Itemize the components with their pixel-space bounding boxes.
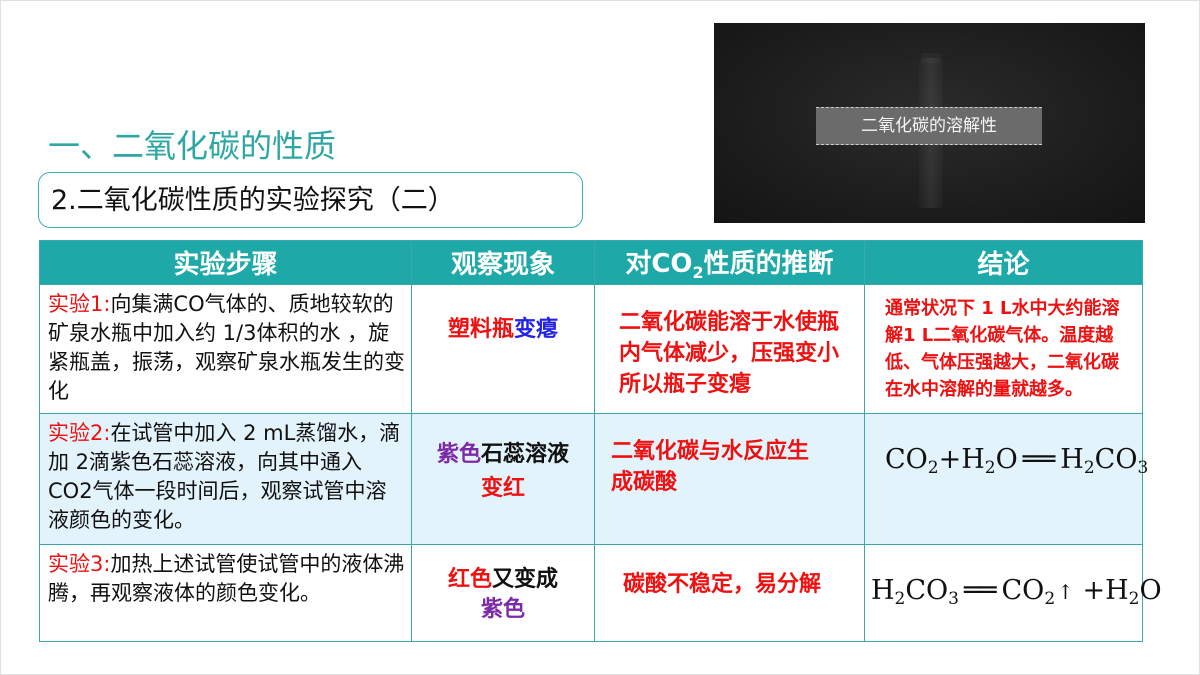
eq-subscript: 2 <box>1044 589 1056 609</box>
step-text-block: 实验2:在试管中加入 2 mL蒸馏水，滴加 2滴紫色石蕊溶液，向其中通入 CO2… <box>40 414 411 535</box>
header-conclusion: 结论 <box>864 240 1143 285</box>
eq-term: CO <box>1001 575 1045 606</box>
eq-term: CO <box>1094 444 1138 475</box>
experiment-table: 实验步骤 观察现象 对CO2性质的推断 结论 实验1:向集满CO气体的、质地较软… <box>39 240 1162 642</box>
header-steps: 实验步骤 <box>39 240 412 285</box>
step-label: 实验2: <box>48 421 111 445</box>
eq-term: H <box>1060 444 1084 475</box>
table-header-row: 实验步骤 观察现象 对CO2性质的推断 结论 <box>39 240 1143 285</box>
observation-part2: 变瘪 <box>514 317 559 342</box>
eq-term: +H <box>938 444 985 475</box>
eq-term: +H <box>1073 575 1129 606</box>
eq-term: O <box>995 444 1018 475</box>
eq-term: CO <box>905 575 949 606</box>
eq-term: O <box>1139 575 1162 606</box>
eq-subscript: 2 <box>1128 589 1140 609</box>
chemical-equation: CO2+H2O ══ H2CO3 <box>865 414 1148 478</box>
observation-line2: 变红 <box>480 476 525 501</box>
section-title: 一、二氧化碳的性质 <box>48 127 337 165</box>
table-row: 实验3:加热上述试管使试管中的液体沸腾，再观察液体的颜色变化。 红色又变成 紫色… <box>39 544 1162 642</box>
chemical-equation: H2CO3 ══ CO2 ↑ +H2O <box>865 545 1162 609</box>
step-cell: 实验2:在试管中加入 2 mL蒸馏水，滴加 2滴紫色石蕊溶液，向其中通入 CO2… <box>39 413 412 545</box>
eq-subscript: 3 <box>1137 458 1149 478</box>
video-player[interactable]: 二氧化碳的溶解性 <box>714 23 1145 223</box>
observation-line2: 紫色 <box>480 597 525 622</box>
eq-subscript: 2 <box>984 458 996 478</box>
observation-cell: 塑料瓶变瘪 <box>411 284 595 414</box>
inference-cell: 二氧化碳与水反应生成碳酸 <box>594 413 865 545</box>
subtitle-box: 2.二氧化碳性质的实验探究（二） <box>38 172 583 228</box>
observation-part2: 石蕊溶液 <box>481 442 570 467</box>
eq-equals-sign: ══ <box>1022 444 1056 475</box>
observation-line1: 红色又变成 <box>412 565 594 595</box>
eq-subscript: 2 <box>927 458 939 478</box>
video-caption: 二氧化碳的溶解性 <box>861 116 997 136</box>
step-label: 实验3: <box>48 552 111 576</box>
video-caption-box: 二氧化碳的溶解性 <box>816 107 1042 145</box>
table-row: 实验2:在试管中加入 2 mL蒸馏水，滴加 2滴紫色石蕊溶液，向其中通入 CO2… <box>39 413 1148 545</box>
eq-term: H <box>871 575 895 606</box>
observation-part1: 红色 <box>447 567 492 592</box>
header-inference-suffix: 性质的推断 <box>703 248 834 279</box>
step-label: 实验1: <box>48 292 111 316</box>
table-row: 实验1:向集满CO气体的、质地较软的矿泉水瓶中加入约 1/3体积的水 ，旋紧瓶盖… <box>39 284 1143 414</box>
observation-line1: 紫色石蕊溶液 <box>412 438 594 472</box>
observation-text: 紫色石蕊溶液 变红 <box>412 414 594 506</box>
equation-cell: CO2+H2O ══ H2CO3 <box>864 413 1148 545</box>
subtitle-text: 2.二氧化碳性质的实验探究（二） <box>51 185 455 216</box>
inference-text: 碳酸不稳定，易分解 <box>623 572 822 597</box>
eq-equals-sign: ══ <box>964 575 997 606</box>
eq-subscript: 2 <box>894 589 906 609</box>
header-observation: 观察现象 <box>411 240 595 285</box>
step-cell: 实验1:向集满CO气体的、质地较软的矿泉水瓶中加入约 1/3体积的水 ，旋紧瓶盖… <box>39 284 412 414</box>
step-cell: 实验3:加热上述试管使试管中的液体沸腾，再观察液体的颜色变化。 <box>39 544 412 642</box>
eq-subscript: 2 <box>1083 458 1095 478</box>
inference-text: 二氧化碳与水反应生成碳酸 <box>611 439 810 495</box>
eq-subscript: 3 <box>948 589 959 609</box>
up-arrow-icon: ↑ <box>1057 580 1074 604</box>
equation-cell: H2CO3 ══ CO2 ↑ +H2O <box>864 544 1162 642</box>
observation-part1: 紫色 <box>436 442 481 467</box>
header-inference-prefix: 对CO <box>625 248 693 279</box>
eq-term: CO <box>885 444 928 475</box>
inference-cell: 碳酸不稳定，易分解 <box>594 544 865 642</box>
observation-cell: 紫色石蕊溶液 变红 <box>411 413 595 545</box>
observation-text: 红色又变成 紫色 <box>412 545 594 625</box>
observation-part2: 又变成 <box>492 567 559 592</box>
conclusion-text: 通常状况下 1 L水中大约能溶解1 L二氧化碳气体。温度越低、气体压强越大，二氧… <box>885 298 1120 400</box>
header-inference-sub: 2 <box>692 263 704 283</box>
header-inference: 对CO2性质的推断 <box>594 240 865 285</box>
observation-part1: 塑料瓶 <box>447 317 514 342</box>
step-text-block: 实验3:加热上述试管使试管中的液体沸腾，再观察液体的颜色变化。 <box>40 545 411 608</box>
inference-text: 二氧化碳能溶于水使瓶内气体减少，压强变小所以瓶子变瘪 <box>619 310 840 397</box>
observation-text: 塑料瓶变瘪 <box>412 285 594 347</box>
step-text-block: 实验1:向集满CO气体的、质地较软的矿泉水瓶中加入约 1/3体积的水 ，旋紧瓶盖… <box>40 285 411 406</box>
inference-cell: 二氧化碳能溶于水使瓶内气体减少，压强变小所以瓶子变瘪 <box>594 284 865 414</box>
conclusion-cell: 通常状况下 1 L水中大约能溶解1 L二氧化碳气体。温度越低、气体压强越大，二氧… <box>864 284 1143 414</box>
observation-cell: 红色又变成 紫色 <box>411 544 595 642</box>
